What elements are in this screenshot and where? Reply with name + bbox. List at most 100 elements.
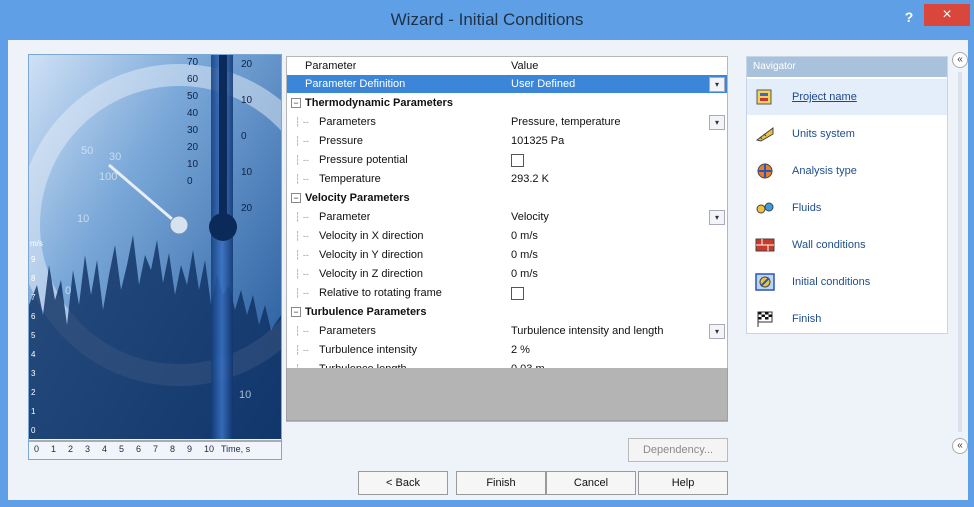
navigator-item[interactable]: Units system (747, 116, 947, 152)
property-name: Parameters (319, 116, 376, 128)
navigator-item[interactable]: Fluids (747, 190, 947, 226)
help-title-button[interactable]: ? (896, 7, 922, 27)
property-name: Relative to rotating frame (319, 287, 442, 299)
tree-connector-line: ┆ ‐‐ (295, 117, 309, 127)
property-value[interactable]: 2 % (511, 341, 530, 359)
property-value[interactable]: 293.2 K (511, 170, 549, 188)
navigator-item[interactable]: Wall conditions (747, 227, 947, 263)
right-scale-tick: 10 (241, 95, 253, 106)
property-name: Parameters (319, 325, 376, 337)
property-name: Thermodynamic Parameters (305, 97, 453, 109)
time-axis-tick: 8 (170, 444, 176, 454)
chevron-down-icon[interactable]: ▾ (709, 115, 725, 130)
navigator-item-label: Wall conditions (792, 239, 866, 251)
y-axis-tick: 8 (31, 274, 36, 283)
property-value[interactable]: 0 m/s (511, 246, 538, 264)
property-value[interactable]: User Defined (511, 75, 575, 93)
navigator-item[interactable]: Initial conditions (747, 264, 947, 300)
property-row[interactable]: ┆ ‐‐ Relative to rotating frame (287, 284, 727, 302)
collapse-group-icon[interactable]: − (291, 98, 301, 108)
y-axis-tick: 7 (31, 293, 36, 302)
tree-connector-line: ┆ ‐‐ (295, 212, 309, 222)
property-name: Parameter (319, 211, 371, 223)
property-row[interactable]: ┆ ‐‐ Parameters Pressure, temperature ▾ (287, 113, 727, 131)
left-scale-tick: 50 (187, 91, 199, 102)
time-axis-tick: 10 (204, 444, 215, 454)
property-value[interactable]: Pressure, temperature (511, 113, 620, 131)
gauge-label: 10 (239, 389, 252, 401)
y-axis-unit: m/s (30, 239, 43, 248)
property-name: Velocity in Z direction (319, 268, 423, 280)
navigator-item[interactable]: Project name (747, 79, 947, 115)
y-axis-tick: 4 (31, 350, 36, 359)
property-row[interactable]: ┆ ‐‐ Parameter Velocity ▾ (287, 208, 727, 226)
property-value[interactable]: 0 m/s (511, 265, 538, 283)
window-border-bottom (0, 500, 974, 507)
property-name: Velocity in Y direction (319, 249, 424, 261)
property-checkbox[interactable] (511, 287, 524, 300)
property-row[interactable]: ┆ ‐‐ Velocity in Y direction 0 m/s (287, 246, 727, 264)
property-name: Velocity in X direction (319, 230, 424, 242)
time-axis-tick: 0 (34, 444, 40, 454)
property-row[interactable]: ┆ ‐‐ Velocity in X direction 0 m/s (287, 227, 727, 245)
property-row[interactable]: ┆ ‐‐ Parameters Turbulence intensity and l… (287, 322, 727, 340)
y-axis-tick: 2 (31, 388, 36, 397)
units-system-icon (755, 125, 775, 143)
group-row[interactable]: − Velocity Parameters (287, 189, 727, 207)
left-scale-tick: 40 (187, 108, 199, 119)
help-button[interactable]: Help (638, 471, 728, 495)
navigator-item[interactable]: Finish (747, 301, 947, 337)
group-row[interactable]: − Thermodynamic Parameters (287, 94, 727, 112)
cancel-button[interactable]: Cancel (546, 471, 636, 495)
time-axis-tick: 5 (119, 444, 125, 454)
back-button[interactable]: < Back (358, 471, 448, 495)
tree-connector-line: ┆ ‐‐ (295, 288, 309, 298)
chevron-down-icon[interactable]: ▾ (709, 77, 725, 92)
wall-conditions-icon (755, 236, 775, 254)
collapse-group-icon[interactable]: − (291, 307, 301, 317)
tree-connector-line: ┆ ‐‐ (295, 155, 309, 165)
tree-connector-line: ┆ ‐‐ (295, 136, 309, 146)
chevron-down-icon[interactable]: ▾ (709, 324, 725, 339)
gauge-label: 30 (109, 151, 122, 163)
navigator-item[interactable]: Analysis type (747, 153, 947, 189)
property-checkbox[interactable] (511, 154, 524, 167)
property-row[interactable]: ┆ ‐‐ Turbulence intensity 2 % (287, 341, 727, 359)
property-row[interactable]: Parameter Definition User Defined ▾ (287, 75, 727, 93)
property-row[interactable]: ┆ ‐‐ Velocity in Z direction 0 m/s (287, 265, 727, 283)
gauge-label: 50 (81, 145, 94, 157)
close-button[interactable]: × (924, 4, 970, 26)
property-value[interactable]: 101325 Pa (511, 132, 564, 150)
navigator-item-label: Analysis type (792, 165, 857, 177)
left-scale-tick: 30 (187, 125, 199, 136)
grid-header: Parameter Value (287, 57, 727, 76)
property-row[interactable]: ┆ ‐‐ Pressure 101325 Pa (287, 132, 727, 150)
time-axis-tick: 1 (51, 444, 57, 454)
window-border-right (968, 40, 974, 507)
collapse-navigator-bottom-icon[interactable]: « (952, 438, 968, 454)
time-axis-tick: 2 (68, 444, 74, 454)
dependency-button[interactable]: Dependency... (628, 438, 728, 462)
collapse-navigator-top-icon[interactable]: « (952, 52, 968, 68)
tree-connector-line: ┆ ‐‐ (295, 269, 309, 279)
property-value[interactable]: Turbulence intensity and length (511, 322, 663, 340)
column-header-parameter: Parameter (305, 60, 357, 72)
property-value[interactable]: 0 m/s (511, 227, 538, 245)
navigator-panel: Navigator Project name Units system Analys… (746, 56, 948, 334)
property-row[interactable]: ┆ ‐‐ Temperature 293.2 K (287, 170, 727, 188)
tree-connector-line: ┆ ‐‐ (295, 345, 309, 355)
group-row[interactable]: − Turbulence Parameters (287, 303, 727, 321)
collapse-group-icon[interactable]: − (291, 193, 301, 203)
gauge-label: 100 (99, 171, 118, 183)
finish-button[interactable]: Finish (456, 471, 546, 495)
window-title: Wizard - Initial Conditions (390, 10, 584, 29)
navigator-scrollbar[interactable] (958, 72, 962, 432)
left-scale-tick: 70 (187, 57, 199, 68)
chevron-down-icon[interactable]: ▾ (709, 210, 725, 225)
property-row[interactable]: ┆ ‐‐ Pressure potential (287, 151, 727, 169)
left-scale-tick: 10 (187, 159, 199, 170)
left-scale-tick: 0 (187, 176, 193, 187)
property-value[interactable]: Velocity (511, 208, 549, 226)
column-header-value: Value (511, 60, 539, 72)
y-axis-tick: 0 (31, 426, 36, 435)
